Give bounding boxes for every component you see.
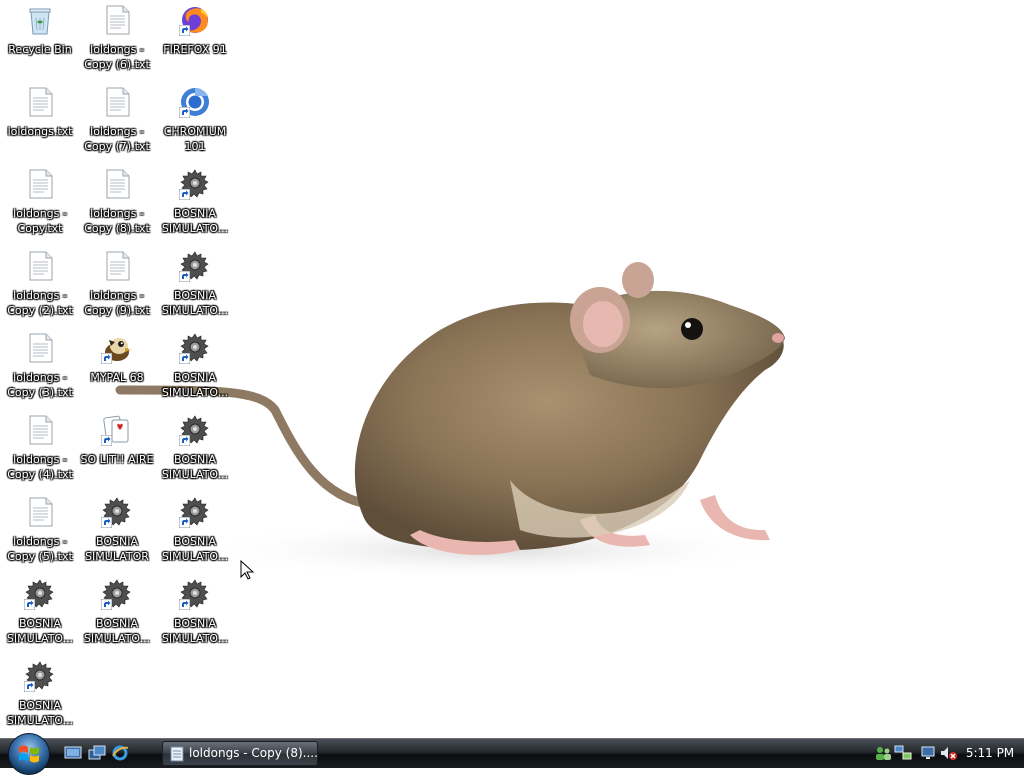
text-file-icon — [101, 4, 133, 36]
desktop-icon-label: BOSNIA SIMULATO... — [161, 617, 229, 645]
desktop-icon-txt-copy8[interactable]: loldongs - Copy (8).txt — [79, 166, 155, 244]
desktop-icon-bosnia-9[interactable]: BOSNIA SIMULATO... — [2, 658, 78, 736]
desktop-icon-bosnia-6[interactable]: BOSNIA SIMULATO... — [2, 576, 78, 654]
desktop-icon-label: FIREFOX 91 — [163, 43, 227, 56]
desktop-icon-label: loldongs - Copy (5).txt — [7, 535, 73, 563]
firefox-icon — [179, 4, 211, 36]
text-file-icon — [24, 496, 56, 528]
text-file-icon — [101, 168, 133, 200]
display-icon[interactable] — [920, 745, 938, 761]
gear-shortcut-icon — [101, 578, 133, 610]
desktop-icon-label: BOSNIA SIMULATO... — [161, 535, 229, 563]
taskbar-item-label: loldongs - Copy (8).... — [189, 746, 318, 760]
text-file-icon — [24, 414, 56, 446]
desktop-icon-bosnia-5[interactable]: BOSNIA SIMULATO... — [157, 494, 233, 572]
text-file-icon — [101, 86, 133, 118]
desktop-icon-label: loldongs - Copy (8).txt — [84, 207, 150, 235]
text-file-icon — [24, 250, 56, 282]
gear-shortcut-icon — [179, 578, 211, 610]
desktop-icon-bosnia-4[interactable]: BOSNIA SIMULATO... — [157, 412, 233, 490]
clock[interactable]: 5:11 PM — [962, 739, 1018, 767]
text-file-icon — [101, 250, 133, 282]
desktop-icon-txt-copy9[interactable]: loldongs - Copy (9).txt — [79, 248, 155, 326]
desktop-icon-label: BOSNIA SIMULATO... — [6, 699, 74, 727]
internet-explorer-icon[interactable] — [111, 745, 129, 761]
desktop-icon-firefox[interactable]: FIREFOX 91 — [157, 2, 233, 80]
desktop-icon-bosnia-1[interactable]: BOSNIA SIMULATO... — [157, 166, 233, 244]
recycle-bin-icon — [24, 4, 56, 36]
desktop-icon-label: loldongs - Copy (7).txt — [84, 125, 150, 153]
text-file-icon — [24, 86, 56, 118]
gear-shortcut-icon — [179, 414, 211, 446]
desktop-icon-bosnia-sim[interactable]: BOSNIA SIMULATOR — [79, 494, 155, 572]
desktop-icon-bosnia-2[interactable]: BOSNIA SIMULATO... — [157, 248, 233, 326]
desktop-icon-label: BOSNIA SIMULATO... — [161, 207, 229, 235]
text-file-icon — [24, 332, 56, 364]
notepad-icon — [170, 746, 184, 762]
desktop-icon-label: loldongs - Copy (3).txt — [7, 371, 73, 399]
desktop-icon-label: loldongs - Copy.txt — [13, 207, 67, 235]
desktop-icon-solitaire[interactable]: SO LIT!! AIRE — [79, 412, 155, 490]
desktop-icon-label: BOSNIA SIMULATO... — [161, 453, 229, 481]
desktop-icon-label: BOSNIA SIMULATOR — [85, 535, 149, 563]
desktop-icon-label: loldongs - Copy (4).txt — [7, 453, 73, 481]
desktop-icon-txt-copy4[interactable]: loldongs - Copy (4).txt — [2, 412, 78, 490]
desktop-icon-recycle-bin[interactable]: Recycle Bin — [2, 2, 78, 80]
desktop[interactable]: Recycle Bin loldongs - Copy (6).txt FIREFO… — [0, 0, 1024, 738]
gear-shortcut-icon — [179, 168, 211, 200]
desktop-icon-label: loldongs - Copy (2).txt — [7, 289, 73, 317]
desktop-icon-label: MYPAL 68 — [90, 371, 144, 384]
desktop-icon-label: BOSNIA SIMULATO... — [161, 289, 229, 317]
show-desktop-icon[interactable] — [64, 745, 82, 761]
network-icon[interactable] — [894, 745, 912, 761]
desktop-icon-txt-copy5[interactable]: loldongs - Copy (5).txt — [2, 494, 78, 572]
desktop-icon-label: BOSNIA SIMULATO... — [161, 371, 229, 399]
windows-logo-icon — [19, 745, 39, 763]
gear-shortcut-icon — [101, 496, 133, 528]
start-button[interactable] — [8, 733, 50, 775]
desktop-icon-txt-copy[interactable]: loldongs - Copy.txt — [2, 166, 78, 244]
desktop-icon-label: loldongs.txt — [7, 125, 73, 138]
desktop-icon-txt-copy7[interactable]: loldongs - Copy (7).txt — [79, 84, 155, 162]
desktop-icon-label: loldongs - Copy (6).txt — [84, 43, 150, 71]
desktop-icon-label: CHROMIUM 101 — [163, 125, 227, 153]
desktop-icon-txt-copy3[interactable]: loldongs - Copy (3).txt — [2, 330, 78, 408]
desktop-icon-label: BOSNIA SIMULATO... — [83, 617, 151, 645]
desktop-icon-label: Recycle Bin — [8, 43, 72, 56]
switch-windows-icon[interactable] — [88, 745, 106, 761]
gear-shortcut-icon — [24, 578, 56, 610]
mouse-cursor-icon — [240, 560, 254, 580]
desktop-icon-bosnia-8[interactable]: BOSNIA SIMULATO... — [157, 576, 233, 654]
desktop-icon-txt-copy2[interactable]: loldongs - Copy (2).txt — [2, 248, 78, 326]
gear-shortcut-icon — [179, 250, 211, 282]
taskbar: loldongs - Copy (8).... 5:11 PM — [0, 733, 1024, 775]
chromium-icon — [179, 86, 211, 118]
gear-shortcut-icon — [179, 496, 211, 528]
user-network-icon[interactable] — [874, 745, 892, 761]
desktop-icon-txt-copy6[interactable]: loldongs - Copy (6).txt — [79, 2, 155, 80]
solitaire-icon — [101, 414, 133, 446]
gear-shortcut-icon — [179, 332, 211, 364]
desktop-icon-label: SO LIT!! AIRE — [80, 453, 154, 466]
desktop-icon-bosnia-7[interactable]: BOSNIA SIMULATO... — [79, 576, 155, 654]
desktop-icon-mypal[interactable]: MYPAL 68 — [79, 330, 155, 408]
gear-shortcut-icon — [24, 660, 56, 692]
text-file-icon — [24, 168, 56, 200]
desktop-icon-label: BOSNIA SIMULATO... — [6, 617, 74, 645]
desktop-icon-chromium[interactable]: CHROMIUM 101 — [157, 84, 233, 162]
mypal-icon — [101, 332, 133, 364]
desktop-icon-txt-main[interactable]: loldongs.txt — [2, 84, 78, 162]
taskbar-item-notepad[interactable]: loldongs - Copy (8).... — [162, 741, 318, 766]
desktop-icon-bosnia-3[interactable]: BOSNIA SIMULATO... — [157, 330, 233, 408]
desktop-icon-label: loldongs - Copy (9).txt — [84, 289, 150, 317]
volume-muted-icon[interactable] — [940, 745, 958, 761]
